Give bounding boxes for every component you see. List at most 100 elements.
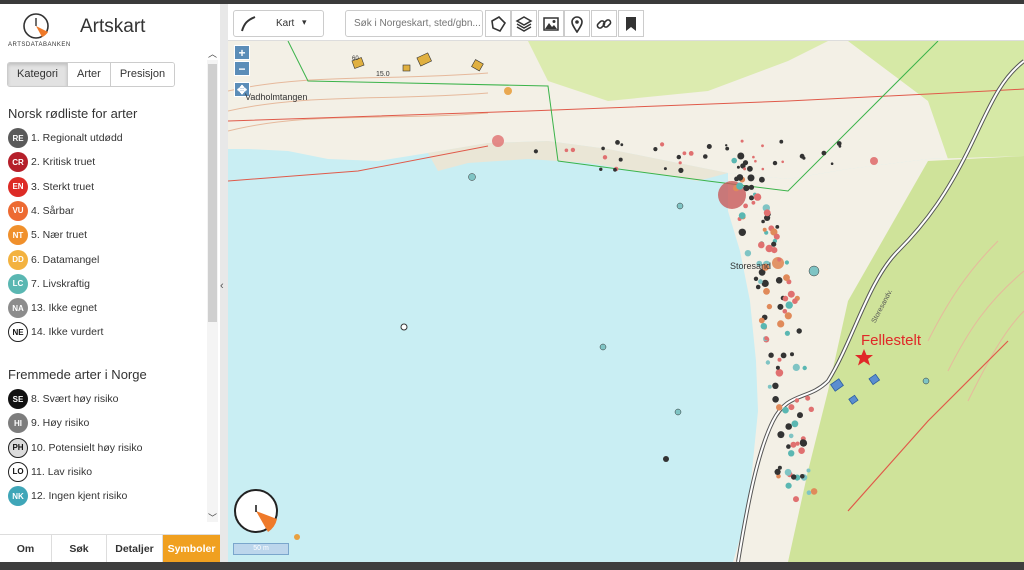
- link-button[interactable]: [591, 10, 617, 37]
- observation-dot: [400, 323, 408, 331]
- observation-dot: [747, 165, 753, 172]
- legend-item-lc[interactable]: LC 7. Livskraftig: [8, 273, 90, 295]
- legend-item-se[interactable]: SE 8. Svært høy risiko: [8, 388, 119, 410]
- scroll-down-icon[interactable]: ﹀: [207, 512, 218, 524]
- legend-item-na[interactable]: NA 13. Ikke egnet: [8, 297, 97, 319]
- observation-dot: [751, 200, 756, 205]
- legend-item-label: 7. Livskraftig: [31, 277, 90, 290]
- observation-dot: [761, 279, 769, 287]
- observation-dot: [777, 431, 785, 439]
- observation-dot: [784, 312, 792, 320]
- observation-dot: [766, 303, 773, 310]
- scroll-up-icon[interactable]: ︿: [207, 48, 218, 60]
- building: [402, 64, 411, 72]
- observation-dot: [618, 157, 623, 162]
- observation-dot: [782, 295, 789, 302]
- map-view[interactable]: + − ✥ Vadholmtangen Storesand 15.0 60 St…: [228, 41, 1024, 562]
- observation-dot: [731, 157, 737, 164]
- logo-icon: [23, 13, 49, 39]
- observation-dot: [676, 154, 681, 160]
- scale-bar: 50 m: [233, 543, 289, 555]
- artsdatabanken-logo[interactable]: ARTSDATABANKEN: [8, 8, 70, 50]
- observation-dot: [798, 447, 805, 455]
- nav-detaljer[interactable]: Detaljer: [107, 535, 163, 563]
- observation-dot: [772, 160, 778, 166]
- bookmark-button[interactable]: [618, 10, 644, 37]
- sidebar-scroll-thumb[interactable]: [208, 64, 217, 322]
- observation-dot: [533, 149, 538, 154]
- nav-sok[interactable]: Søk: [52, 535, 107, 563]
- location-pin-icon: [571, 15, 583, 33]
- legend-item-vu[interactable]: VU 4. Sårbar: [8, 200, 74, 222]
- observation-dot: [775, 225, 780, 229]
- map-search-input[interactable]: [345, 10, 483, 37]
- observation-dot: [797, 412, 803, 419]
- observation-dot: [806, 490, 812, 496]
- nav-symboler[interactable]: Symboler: [163, 535, 220, 563]
- legend-item-ph[interactable]: PH 10. Potensielt høy risiko: [8, 437, 142, 459]
- tab-arter[interactable]: Arter: [67, 63, 111, 86]
- observation-dot: [743, 185, 750, 192]
- observation-dot: [599, 343, 607, 351]
- location-pin-button[interactable]: [564, 10, 590, 37]
- observation-dot: [795, 441, 800, 446]
- legend-item-hi[interactable]: HI 9. Høy risiko: [8, 412, 89, 434]
- legend-item-re[interactable]: RE 1. Regionalt utdødd: [8, 127, 123, 149]
- observation-dot: [660, 142, 665, 147]
- legend-item-lo[interactable]: LO 11. Lav risiko: [8, 461, 92, 483]
- observation-dot: [736, 174, 744, 181]
- artskart-app: ARTSDATABANKEN Artskart Kategori Arter P…: [0, 0, 1024, 570]
- legend-item-nk[interactable]: NK 12. Ingen kjent risiko: [8, 485, 127, 507]
- place-label-vadholmtangen: Vadholmtangen: [245, 92, 308, 102]
- layers-button[interactable]: [511, 10, 537, 37]
- observation-dot: [786, 444, 791, 449]
- observation-dot: [736, 182, 744, 190]
- observation-dot: [810, 488, 818, 495]
- observation-dot: [777, 357, 782, 362]
- legend-item-dd[interactable]: DD 6. Datamangel: [8, 249, 99, 271]
- sidebar-collapse-handle[interactable]: ‹: [220, 4, 228, 562]
- observation-dot: [791, 420, 799, 428]
- observation-dot: [765, 360, 771, 365]
- observation-dot: [748, 184, 755, 190]
- observation-dot: [743, 203, 748, 209]
- category-badge: HI: [8, 413, 28, 434]
- zoom-in-button[interactable]: +: [234, 45, 250, 60]
- layers-icon: [515, 15, 533, 32]
- observation-dot: [740, 139, 744, 143]
- tab-presisjon[interactable]: Presisjon: [110, 63, 175, 86]
- category-badge: LO: [8, 461, 28, 482]
- observation-dot: [788, 433, 794, 439]
- observation-dot: [791, 474, 797, 480]
- polygon-button[interactable]: [485, 10, 511, 37]
- legend-item-label: 4. Sårbar: [31, 204, 75, 217]
- tab-kategori[interactable]: Kategori: [8, 63, 68, 86]
- polygon-icon: [491, 15, 507, 32]
- legend-item-label: 3. Sterkt truet: [31, 180, 95, 193]
- category-badge: LC: [8, 273, 28, 294]
- legend-item-label: 9. Høy risiko: [31, 417, 90, 430]
- parcel-label: 60: [352, 56, 359, 62]
- legend-item-nt[interactable]: NT 5. Nær truet: [8, 224, 87, 246]
- category-badge: DD: [8, 249, 28, 270]
- zoom-out-button[interactable]: −: [234, 61, 250, 76]
- legend-item-label: 13. Ikke egnet: [31, 302, 97, 315]
- category-badge: NE: [8, 322, 28, 343]
- observation-dot: [790, 352, 794, 357]
- observation-dot: [663, 456, 669, 462]
- observation-dot: [772, 396, 779, 403]
- observation-dot: [776, 404, 783, 411]
- observation-dot: [725, 144, 728, 147]
- legend-item-ne[interactable]: NE 14. Ikke vurdert: [8, 321, 103, 343]
- nav-om[interactable]: Om: [0, 535, 52, 563]
- legend-item-cr[interactable]: CR 2. Kritisk truet: [8, 151, 95, 173]
- legend-item-label: 5. Nær truet: [31, 229, 88, 242]
- category-badge: CR: [8, 152, 28, 173]
- observation-dot: [682, 151, 687, 156]
- chevron-left-icon: ‹: [220, 280, 224, 292]
- image-button[interactable]: [538, 10, 564, 37]
- basemap-dropdown[interactable]: Kart ▾: [233, 10, 324, 37]
- observation-dot: [790, 441, 797, 448]
- legend-item-en[interactable]: EN 3. Sterkt truet: [8, 176, 94, 198]
- map-toolbar: Kart ▾: [228, 4, 1024, 41]
